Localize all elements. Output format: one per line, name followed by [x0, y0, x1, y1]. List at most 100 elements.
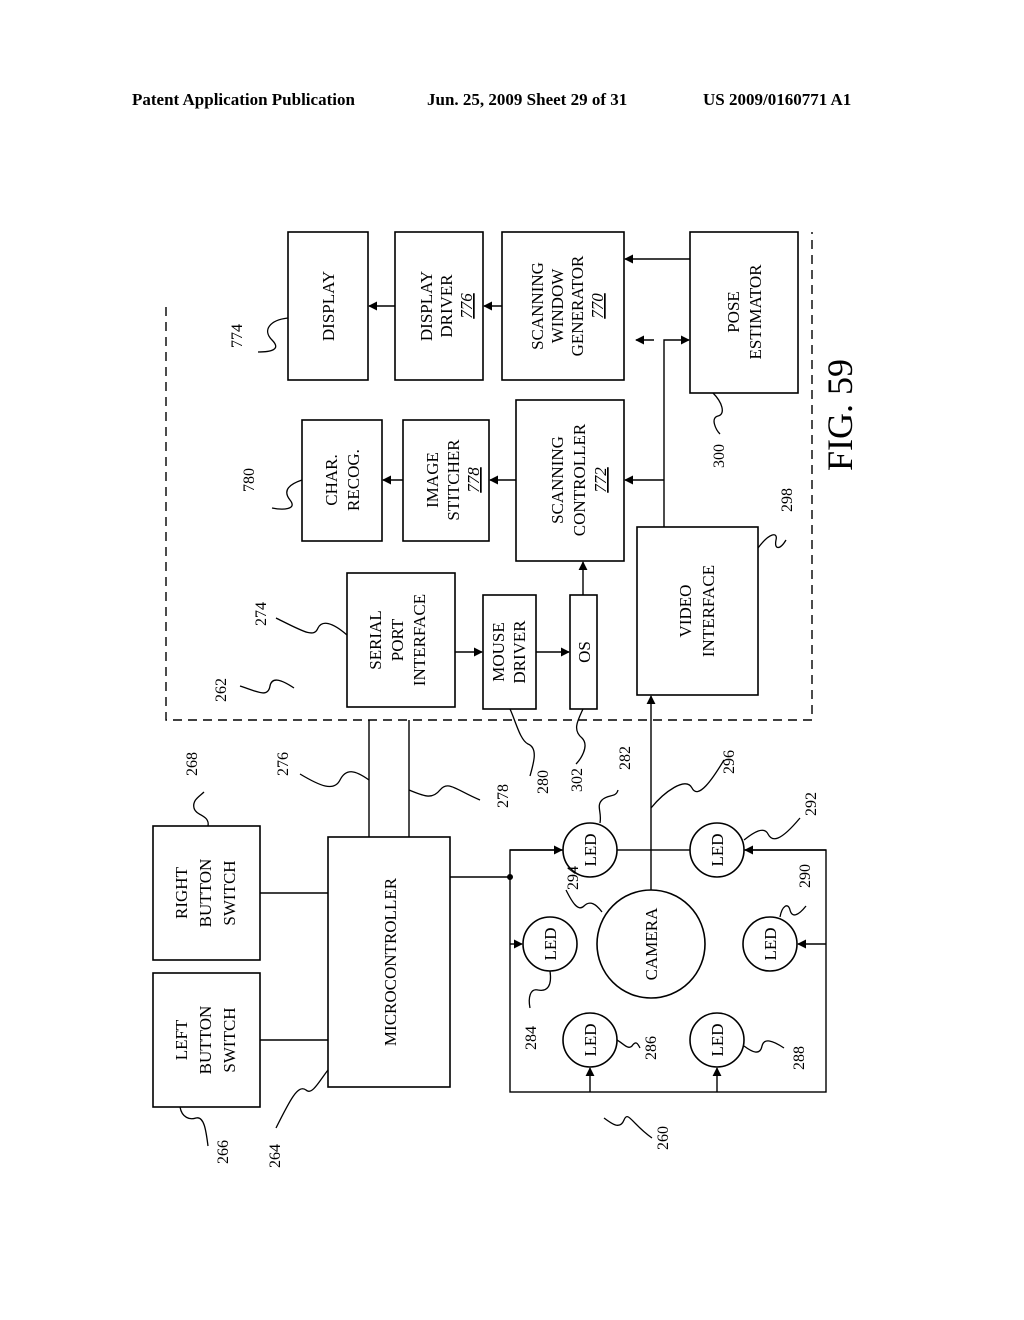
display-driver-line1: DISPLAY: [417, 271, 436, 341]
mouse-driver-line2: DRIVER: [510, 620, 529, 684]
junction-dot: [507, 874, 513, 880]
lbs-line2: BUTTON: [196, 1006, 215, 1075]
led-290: LED: [742, 916, 798, 972]
ref-302: 302: [569, 768, 586, 792]
ref-260: 260: [655, 1126, 672, 1150]
display-driver-line2: DRIVER: [437, 274, 456, 338]
sc-line2: CONTROLLER: [570, 423, 589, 536]
ref-288: 288: [791, 1046, 808, 1070]
leader-294: [565, 889, 603, 913]
sc-number: 772: [591, 467, 610, 493]
image-stitcher-line1: IMAGE: [423, 452, 442, 508]
ref-296: 296: [721, 750, 738, 774]
led-label: LED: [581, 833, 600, 866]
leader-278: [408, 785, 481, 801]
swg-line2: WINDOW: [548, 268, 567, 344]
swg-line1: SCANNING: [528, 262, 547, 350]
microcontroller-block: MICROCONTROLLER: [327, 836, 451, 1088]
swg-line3: GENERATOR: [568, 255, 587, 356]
rbs-line2: BUTTON: [196, 859, 215, 928]
leader-282: [598, 789, 619, 824]
ref-292: 292: [803, 792, 820, 816]
mouse-driver-line1: MOUSE: [489, 622, 508, 682]
ref-278: 278: [495, 784, 512, 808]
video-interface-block: VIDEO INTERFACE: [636, 526, 759, 696]
ref-262: 262: [213, 678, 230, 702]
display-label: DISPLAY: [319, 271, 338, 341]
display-driver-number: 776: [457, 293, 476, 319]
led-label: LED: [708, 833, 727, 866]
ref-266: 266: [215, 1140, 232, 1164]
leader-268: [193, 791, 209, 827]
spi-line2: PORT: [388, 618, 407, 661]
ref-286: 286: [643, 1036, 660, 1060]
char-recog-block: CHAR. RECOG.: [301, 419, 383, 542]
camera: CAMERA: [596, 889, 706, 999]
spi-line3: INTERFACE: [410, 594, 429, 686]
ref-264: 264: [267, 1144, 284, 1168]
leader-264: [275, 1069, 329, 1129]
ref-298: 298: [779, 488, 796, 512]
swg-number: 770: [588, 293, 607, 319]
ref-290: 290: [797, 864, 814, 888]
leader-302: [575, 708, 586, 765]
ref-300: 300: [711, 444, 728, 468]
leader-774: [257, 317, 289, 353]
leader-288: [743, 1040, 785, 1053]
leader-260: [603, 1115, 653, 1139]
leader-300: [712, 392, 723, 435]
spi-line1: SERIAL: [366, 610, 385, 670]
image-stitcher-line2: STITCHER: [444, 439, 463, 521]
pose-line2: ESTIMATOR: [746, 264, 765, 360]
left-button-switch-block: LEFT BUTTON SWITCH: [152, 972, 261, 1108]
microcontroller-label: MICROCONTROLLER: [381, 877, 400, 1046]
led-284: LED: [522, 916, 578, 972]
led-286: LED: [562, 1012, 618, 1068]
ref-274: 274: [253, 602, 270, 626]
sc-line1: SCANNING: [548, 436, 567, 524]
ref-282: 282: [617, 746, 634, 770]
display-block: DISPLAY: [287, 231, 369, 381]
ref-294: 294: [565, 866, 582, 890]
ref-284: 284: [523, 1026, 540, 1050]
rbs-line3: SWITCH: [220, 860, 239, 925]
leader-274: [275, 617, 348, 636]
display-driver-block: DISPLAY DRIVER 776: [394, 231, 484, 381]
ref-276: 276: [275, 752, 292, 776]
rbs-line1: RIGHT: [172, 866, 191, 919]
led-label: LED: [541, 927, 560, 960]
led-label: LED: [581, 1023, 600, 1056]
pose-line1: POSE: [724, 291, 743, 333]
image-stitcher-number: 778: [464, 467, 483, 493]
lbs-line1: LEFT: [172, 1019, 191, 1060]
scanning-window-generator-block: SCANNING WINDOW GENERATOR 770: [501, 231, 625, 381]
ref-780: 780: [241, 468, 258, 492]
lbs-line3: SWITCH: [220, 1007, 239, 1072]
ref-774: 774: [229, 324, 246, 348]
leader-780: [271, 479, 303, 510]
leader-298: [757, 534, 787, 549]
led-label: LED: [761, 927, 780, 960]
leader-276: [299, 771, 370, 788]
leader-266: [179, 1106, 209, 1147]
ref-268: 268: [184, 752, 201, 776]
camera-label: CAMERA: [642, 907, 661, 980]
ref-280: 280: [535, 770, 552, 794]
scanning-controller-block: SCANNING CONTROLLER 772: [515, 399, 625, 562]
vi-line1: VIDEO: [676, 585, 695, 638]
leader-284: [528, 970, 552, 1009]
serial-port-interface-block: SERIAL PORT INTERFACE: [346, 572, 456, 708]
figure-label: FIG. 59: [820, 359, 860, 471]
arrow-video-to-pose: [663, 335, 690, 527]
led-label: LED: [708, 1023, 727, 1056]
pose-estimator-block: POSE ESTIMATOR: [689, 231, 799, 394]
led-292: LED: [689, 822, 745, 878]
char-recog-line2: RECOG.: [344, 449, 363, 511]
image-stitcher-block: IMAGE STITCHER 778: [402, 419, 490, 542]
leader-286: [616, 1039, 641, 1049]
leader-262: [239, 679, 295, 694]
os-label: OS: [575, 641, 594, 663]
mouse-driver-block: MOUSE DRIVER: [482, 594, 537, 710]
led-288: LED: [689, 1012, 745, 1068]
block-diagram: DISPLAY DISPLAY DRIVER 776 SCANNING WIND…: [152, 231, 860, 1168]
